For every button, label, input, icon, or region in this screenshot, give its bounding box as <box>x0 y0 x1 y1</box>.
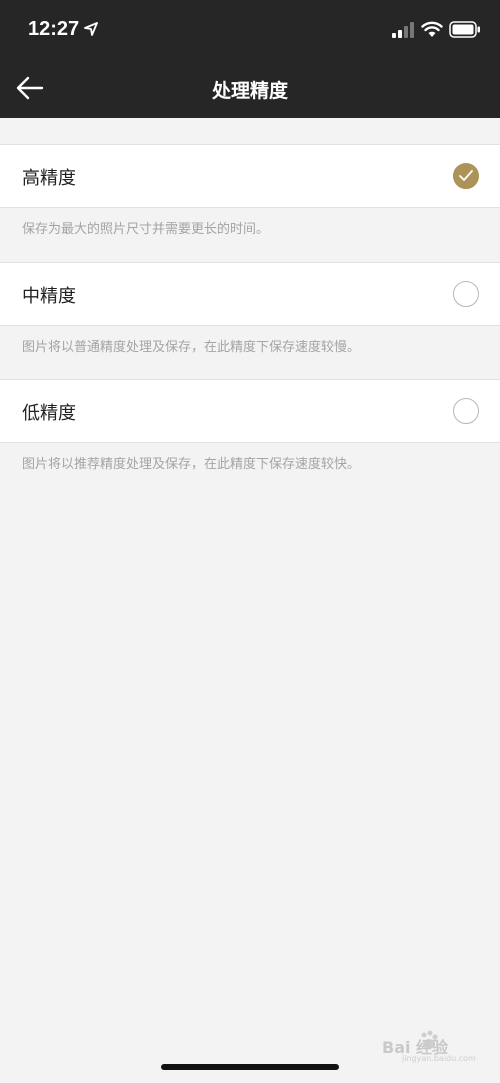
option-high-precision[interactable]: 高精度 <box>0 144 500 208</box>
page-title: 处理精度 <box>211 80 288 102</box>
option-description: 图片将以推荐精度处理及保存，在此精度下保存速度较快。 <box>22 457 361 472</box>
option-label: 中精度 <box>22 286 76 307</box>
cellular-signal-icon <box>392 22 414 38</box>
status-time: 12:27 <box>28 18 80 40</box>
checkmark-icon <box>459 170 473 181</box>
watermark-subtext: jingyan.baidu.com <box>402 1054 476 1063</box>
option-label: 低精度 <box>22 403 76 424</box>
home-indicator[interactable] <box>161 1064 339 1070</box>
option-description: 保存为最大的照片尺寸并需要更长的时间。 <box>22 222 270 237</box>
nav-header: 12:27 处理精度 <box>0 0 500 118</box>
radio-unchecked-icon[interactable] <box>453 398 479 424</box>
wifi-icon <box>421 21 443 37</box>
radio-unchecked-icon[interactable] <box>453 281 479 307</box>
radio-checked-icon[interactable] <box>453 163 479 189</box>
location-arrow-icon <box>84 22 98 36</box>
baidu-watermark: Bai 经验 jingyan.baidu.com <box>362 1030 476 1064</box>
option-label: 高精度 <box>22 168 76 189</box>
option-low-precision[interactable]: 低精度 <box>0 379 500 443</box>
option-medium-precision[interactable]: 中精度 <box>0 262 500 326</box>
battery-icon <box>449 21 480 38</box>
option-description: 图片将以普通精度处理及保存，在此精度下保存速度较慢。 <box>22 340 361 355</box>
